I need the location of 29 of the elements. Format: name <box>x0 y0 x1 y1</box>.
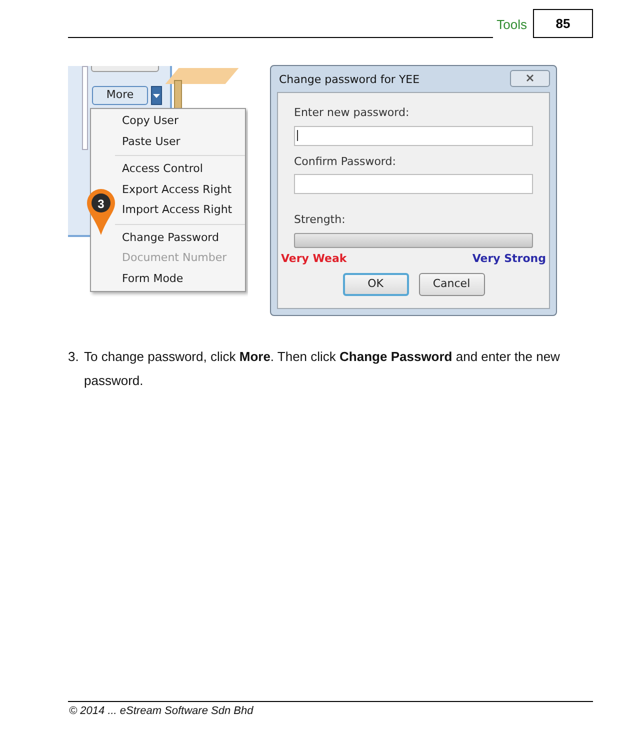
weak-label: Very Weak <box>281 250 347 266</box>
menu-item[interactable]: Import Access Right <box>122 200 232 220</box>
dialog-button[interactable]: Cancel <box>418 273 484 296</box>
input-field[interactable] <box>294 174 533 194</box>
strong-label: Very Strong <box>472 250 546 266</box>
dropdown-button[interactable] <box>151 86 162 105</box>
section-title: Tools <box>496 16 528 34</box>
menu-item[interactable]: Paste User <box>122 132 180 152</box>
caret-icon <box>153 94 160 98</box>
menu-item[interactable]: Form Mode <box>122 268 184 289</box>
menu-item[interactable]: Export Access Right <box>122 180 232 200</box>
field-label: Enter new password: <box>294 105 410 121</box>
dialog-button[interactable]: OK <box>342 273 408 296</box>
text-cursor <box>297 130 298 141</box>
window-title: Change password for YEE <box>278 72 420 88</box>
more-button[interactable]: More <box>92 86 148 105</box>
close-button[interactable] <box>510 70 550 86</box>
menu-item[interactable]: Access Control <box>122 159 203 180</box>
field-label: Confirm Password: <box>294 154 397 170</box>
field-label: Strength: <box>294 212 346 228</box>
step-text: To change password, click More. Then click Change Password and enter the new password. <box>84 348 561 390</box>
footer-text: © 2014 ... eStream Software Sdn Bhd <box>69 704 254 719</box>
callout-pin[interactable]: 3 <box>86 188 116 236</box>
page-number: 85 <box>533 9 593 38</box>
close-icon <box>526 74 534 82</box>
input-field[interactable] <box>294 126 533 146</box>
menu-item[interactable]: Change Password <box>122 228 219 248</box>
step-number: 3. <box>68 348 80 366</box>
menu-item[interactable]: Copy User <box>122 111 178 132</box>
